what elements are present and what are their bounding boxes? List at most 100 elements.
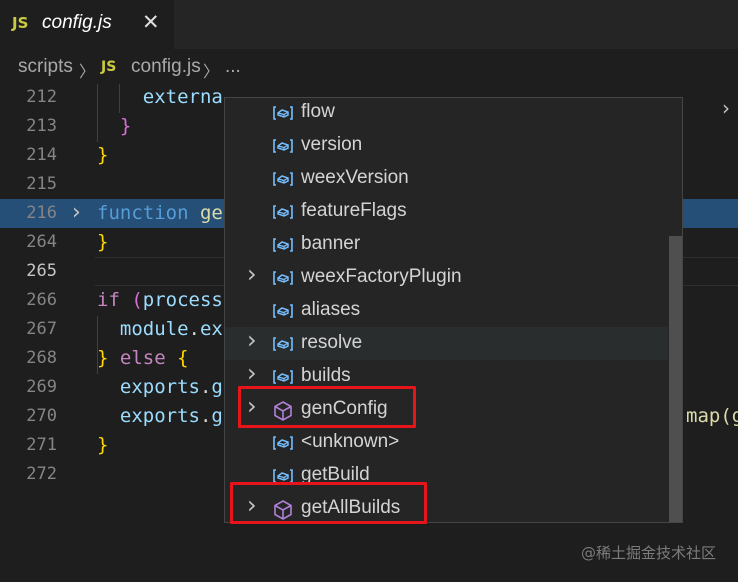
code-text: }	[97, 112, 131, 141]
code-token: .	[199, 376, 212, 398]
js-file-icon: JS	[12, 14, 29, 32]
line-number: 213	[26, 116, 57, 136]
suggest-item-label: <unknown>	[301, 431, 400, 452]
line-number: 272	[26, 464, 57, 484]
suggest-item-label: weexVersion	[301, 167, 409, 188]
code-token: externa	[142, 86, 223, 108]
suggest-item[interactable]: › weexFactoryPlugin	[225, 260, 668, 294]
variable-icon	[272, 236, 294, 254]
suggest-item[interactable]: weexVersion	[225, 162, 668, 195]
suggest-item-label: aliases	[301, 299, 361, 320]
code-token: if	[97, 289, 120, 311]
line-number: 270	[26, 406, 57, 426]
code-text-right: map(g	[686, 405, 738, 427]
tab-title: config.js	[42, 12, 112, 33]
code-token: (	[131, 289, 143, 311]
code-text: module.exp	[97, 315, 234, 344]
variable-icon	[272, 104, 294, 122]
indent-guide	[97, 316, 98, 374]
scrollbar-thumb[interactable]	[669, 236, 682, 522]
suggest-widget[interactable]: flow version weexVersion featureFlags banner…	[224, 97, 683, 523]
suggest-item-label: builds	[301, 365, 351, 386]
variable-icon	[272, 137, 294, 155]
watermark: @稀土掘金技术社区	[581, 544, 717, 562]
code-token: else	[119, 347, 166, 369]
breadcrumb-folder[interactable]: scripts	[18, 56, 73, 78]
breadcrumb-file[interactable]: config.js	[131, 56, 201, 78]
line-number: 265	[26, 261, 57, 281]
code-token: }	[119, 115, 132, 137]
suggest-item-label: featureFlags	[301, 200, 407, 221]
chevron-right-icon[interactable]: ›	[247, 326, 257, 354]
variable-icon	[272, 302, 294, 320]
suggest-item[interactable]: banner	[225, 228, 668, 261]
suggest-item[interactable]: version	[225, 129, 668, 162]
suggest-item[interactable]: featureFlags	[225, 195, 668, 228]
highlight-box-genconfig	[238, 386, 416, 428]
suggest-item-label: flow	[301, 101, 335, 122]
chevron-right-icon[interactable]: ›	[247, 260, 257, 288]
variable-icon	[272, 434, 294, 452]
indent-guide	[119, 84, 120, 113]
tab-bar: JS config.js ✕	[0, 0, 738, 49]
code-token: {	[177, 347, 189, 369]
suggest-item[interactable]: <unknown>	[225, 426, 668, 459]
code-text: } else {	[97, 344, 189, 373]
line-number: 212	[26, 87, 57, 107]
code-token: exports	[119, 376, 200, 398]
breadcrumb-more[interactable]: ...	[225, 56, 241, 78]
line-number: 268	[26, 348, 57, 368]
suggest-item[interactable]: flow	[225, 98, 668, 129]
code-token: module	[119, 318, 189, 340]
chevron-right-icon[interactable]: ›	[722, 96, 730, 120]
code-text: exports.g	[97, 402, 223, 431]
code-token: function	[97, 202, 189, 224]
code-text: if (process	[97, 286, 223, 315]
variable-icon	[272, 203, 294, 221]
chevron-right-icon[interactable]: ›	[247, 359, 257, 387]
code-text: function ge	[97, 199, 223, 228]
code-token: .	[188, 318, 200, 340]
fold-chevron-icon[interactable]: ›	[72, 199, 81, 226]
code-text: }	[97, 141, 108, 170]
breadcrumb: scripts 〉 JS config.js 〉 ...	[0, 49, 738, 84]
tab-config-js[interactable]: JS config.js ✕	[0, 0, 174, 49]
highlight-box-getallbuilds	[230, 482, 427, 524]
code-token: ge	[199, 202, 223, 224]
js-file-icon: JS	[101, 59, 117, 75]
line-number: 214	[26, 145, 57, 165]
indent-guide	[97, 84, 98, 142]
line-number: 271	[26, 435, 57, 455]
code-text: }	[97, 228, 108, 257]
code-text: externa	[97, 83, 223, 112]
suggest-item[interactable]: aliases	[225, 294, 668, 327]
code-text: }	[97, 431, 108, 460]
code-token: g	[211, 376, 223, 398]
line-number: 264	[26, 232, 57, 252]
line-number: 215	[26, 174, 57, 194]
line-number: 267	[26, 319, 57, 339]
chevron-right-icon: 〉	[79, 62, 96, 81]
suggest-item[interactable]: › resolve	[225, 326, 668, 360]
code-text: exports.g	[97, 373, 223, 402]
variable-icon	[272, 335, 294, 353]
code-token: process	[142, 289, 223, 311]
suggest-item-label: weexFactoryPlugin	[301, 266, 462, 287]
code-token: }	[97, 231, 109, 253]
code-token: exports	[119, 405, 200, 427]
line-number: 216	[26, 203, 57, 223]
variable-icon	[272, 170, 294, 188]
variable-icon	[272, 269, 294, 287]
line-number: 269	[26, 377, 57, 397]
line-number: 266	[26, 290, 57, 310]
close-icon[interactable]: ✕	[142, 10, 160, 34]
variable-icon	[272, 368, 294, 386]
code-token: g	[211, 405, 223, 427]
